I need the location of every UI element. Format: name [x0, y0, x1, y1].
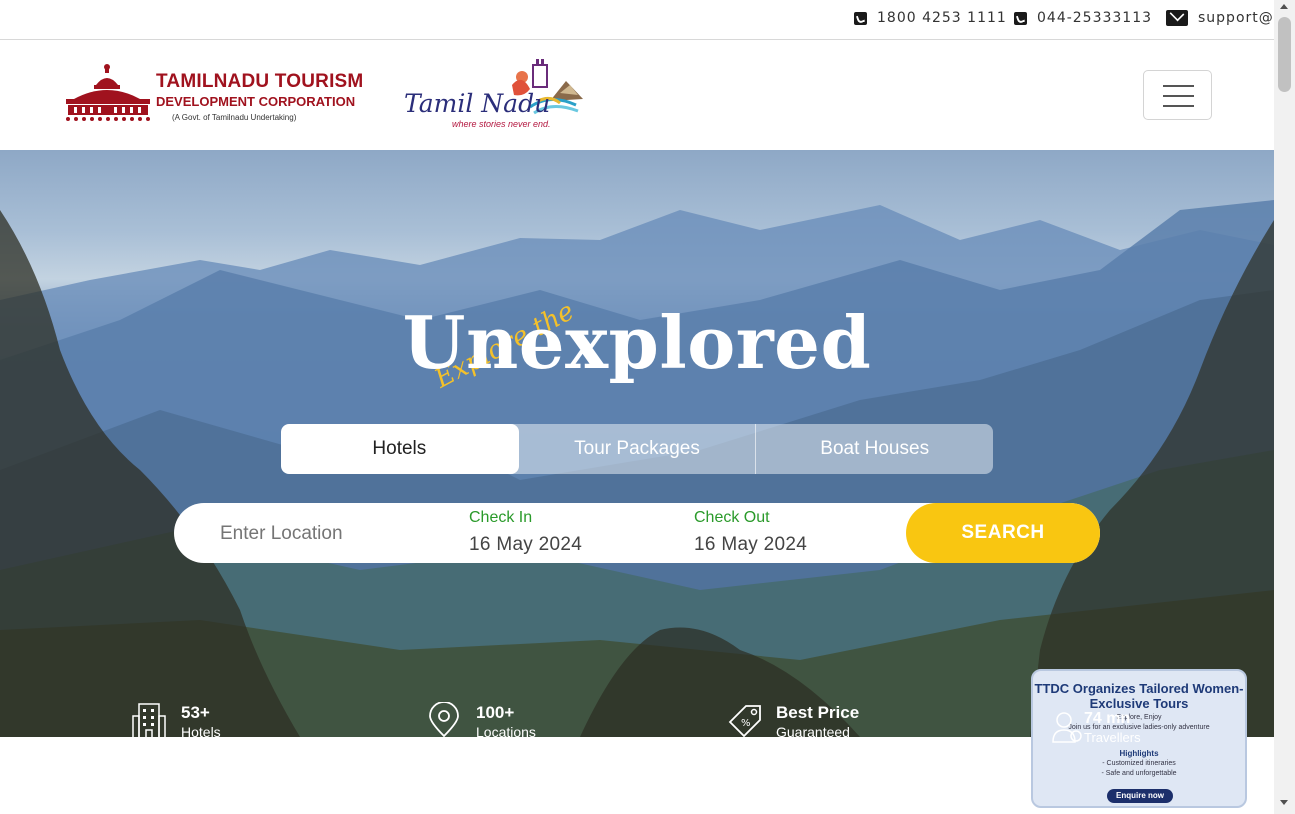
gopuram-logo-icon: [66, 64, 150, 121]
stat-travellers-label: Travellers: [1084, 730, 1141, 745]
ttdc-logo-line3: (A Govt. of Tamilnadu Undertaking): [172, 113, 297, 122]
promo-highlight-item: - Customized itineraries: [1102, 760, 1176, 767]
search-button[interactable]: SEARCH: [906, 503, 1100, 563]
map-pin-icon: [429, 702, 459, 737]
hero-headline: Unexplored: [402, 300, 872, 385]
stat-best-price-number: Best Price: [776, 703, 860, 722]
location-input[interactable]: [220, 523, 450, 545]
stat-best-price-label: Guaranteed: [776, 724, 850, 737]
phone-square-icon: [854, 11, 867, 25]
tab-tour-packages[interactable]: Tour Packages: [519, 424, 757, 474]
email-link[interactable]: support@: [1166, 10, 1274, 26]
promo-highlights-label: Highlights: [1119, 749, 1159, 758]
phone-tollfree[interactable]: 1800 4253 1111: [854, 10, 1007, 26]
tab-hotels[interactable]: Hotels: [281, 424, 519, 474]
svg-text:%: %: [741, 718, 751, 729]
price-tag-icon: %: [728, 705, 761, 737]
scroll-up-arrow-icon[interactable]: [1280, 4, 1288, 9]
promo-highlights-list: - Customized itineraries - Safe and unfo…: [1033, 759, 1245, 779]
email-text: support@: [1198, 10, 1274, 26]
stat-hotels-number: 53+: [181, 703, 210, 722]
checkout-value: 16 May 2024: [694, 534, 808, 555]
hamburger-menu-icon: [1163, 85, 1194, 87]
hero-banner: Explore the Unexplored Hotels Tour Packa…: [0, 150, 1274, 737]
ttdc-logo-line2: DEVELOPMENT CORPORATION: [156, 94, 356, 109]
envelope-icon: [1166, 10, 1188, 26]
phone-landline-text: 044-25333113: [1037, 10, 1153, 26]
checkin-value: 16 May 2024: [469, 534, 583, 555]
phone-landline[interactable]: 044-25333113: [1014, 10, 1152, 26]
search-bar: Check In 16 May 2024 Check Out 16 May 20…: [174, 503, 1100, 563]
users-icon: [1052, 712, 1082, 743]
tamilnadu-logo-text: Tamil Nadu: [404, 89, 551, 118]
stat-locations-label: Locations: [476, 724, 536, 737]
checkin-label: Check In: [469, 509, 533, 526]
promo-title: TTDC Organizes Tailored Women-Exclusive …: [1034, 681, 1244, 711]
stat-hotels-label: Hotels: [181, 724, 221, 737]
ttdc-logo[interactable]: TAMILNADU TOURISM DEVELOPMENT CORPORATIO…: [64, 63, 363, 125]
contact-bar: 1800 4253 1111 044-25333113 support@: [0, 0, 1274, 40]
ttdc-logo-line1: TAMILNADU TOURISM: [156, 71, 364, 92]
page: 1800 4253 1111 044-25333113 support@ TAM…: [0, 0, 1295, 814]
page-scrollbar[interactable]: [1274, 0, 1295, 814]
phone-tollfree-text: 1800 4253 1111: [877, 10, 1007, 26]
promo-highlight-item: - Safe and unforgettable: [1101, 770, 1177, 777]
enquire-now-button[interactable]: Enquire now: [1107, 789, 1173, 803]
booking-tabs: Hotels Tour Packages Boat Houses: [281, 424, 993, 474]
site-header: TAMILNADU TOURISM DEVELOPMENT CORPORATIO…: [0, 41, 1274, 150]
tab-boat-houses[interactable]: Boat Houses: [756, 424, 993, 474]
building-icon: [132, 703, 166, 737]
tamilnadu-logo[interactable]: Tamil Nadu where stories never end.: [400, 55, 590, 135]
scroll-down-arrow-icon[interactable]: [1280, 800, 1288, 805]
menu-toggle-button[interactable]: [1143, 70, 1212, 120]
scrollbar-thumb[interactable]: [1278, 17, 1291, 92]
tamilnadu-logo-tagline: where stories never end.: [452, 119, 551, 129]
stat-locations-number: 100+: [476, 703, 515, 722]
stat-travellers-number: 74 mn: [1084, 710, 1131, 727]
checkout-label: Check Out: [694, 509, 770, 526]
phone-square-icon: [1014, 11, 1027, 25]
